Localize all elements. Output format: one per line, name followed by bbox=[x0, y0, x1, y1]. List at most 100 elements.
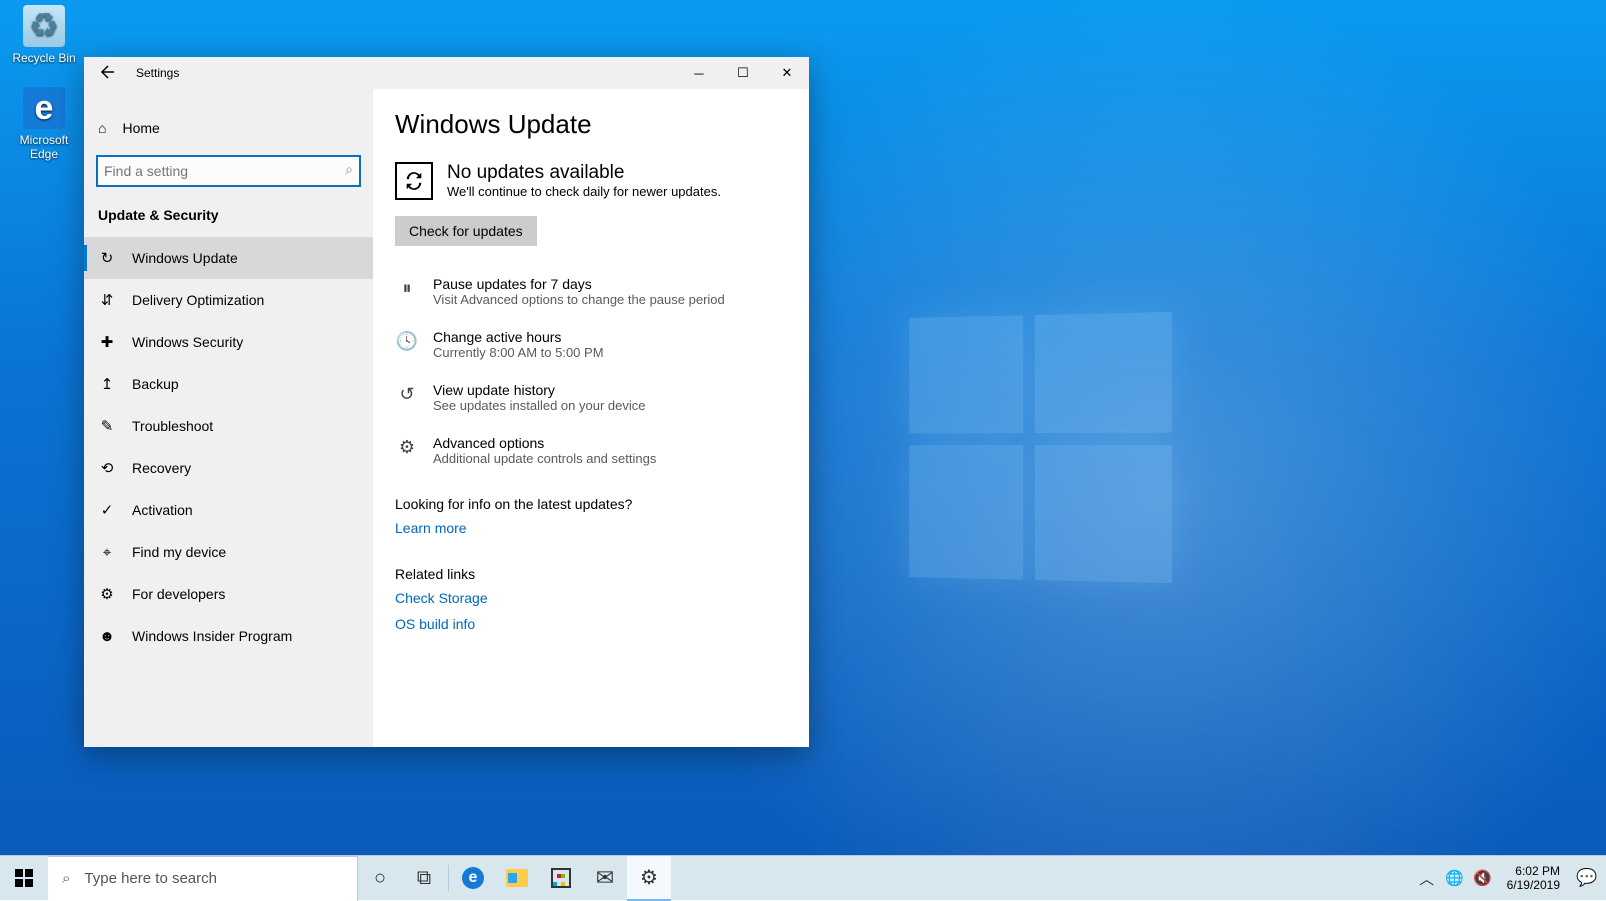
start-button[interactable] bbox=[0, 856, 48, 901]
nav-icon: ⚙ bbox=[98, 585, 116, 603]
back-button[interactable] bbox=[98, 64, 118, 83]
nav-icon: ✚ bbox=[98, 333, 116, 351]
option-title: Change active hours bbox=[433, 329, 604, 345]
sidebar-item-for-developers[interactable]: ⚙ For developers bbox=[84, 573, 373, 615]
nav-icon: ⟲ bbox=[98, 459, 116, 477]
windows-start-icon bbox=[15, 869, 33, 887]
sidebar-item-windows-security[interactable]: ✚Windows Security bbox=[84, 321, 373, 363]
option-icon: 🕓 bbox=[395, 329, 419, 352]
window-title: Settings bbox=[136, 66, 179, 80]
desktop-icon-label: Recycle Bin bbox=[12, 51, 75, 65]
cortana-button[interactable]: ○ bbox=[358, 856, 402, 901]
desktop-icon-label: Microsoft Edge bbox=[20, 133, 69, 161]
check-for-updates-button[interactable]: Check for updates bbox=[395, 216, 537, 246]
sidebar-item-find-my-device[interactable]: ⌖ Find my device bbox=[84, 531, 373, 573]
option-title: Pause updates for 7 days bbox=[433, 276, 725, 292]
back-arrow-icon bbox=[98, 64, 114, 80]
minimize-button[interactable]: ─ bbox=[677, 57, 721, 89]
store-icon bbox=[551, 868, 571, 888]
recycle-bin-icon: ♻ bbox=[23, 5, 65, 47]
sidebar-item-backup[interactable]: ↥ Backup bbox=[84, 363, 373, 405]
taskbar: ⌕ Type here to search ○ ⧉ e ✉ ⚙ ︿ 🌐 🔇 6:… bbox=[0, 855, 1606, 900]
sync-icon bbox=[395, 162, 433, 200]
taskbar-edge[interactable]: e bbox=[451, 856, 495, 901]
nav-icon: ☻ bbox=[98, 628, 116, 645]
status-title: No updates available bbox=[447, 162, 721, 184]
check-storage-link[interactable]: Check Storage bbox=[395, 590, 787, 606]
option-icon: ⏸ bbox=[395, 276, 419, 299]
option-icon: ⚙ bbox=[395, 435, 419, 458]
learn-more-link[interactable]: Learn more bbox=[395, 520, 787, 536]
nav-label: For developers bbox=[132, 586, 225, 602]
update-option-view-update-history[interactable]: ↺View update historySee updates installe… bbox=[395, 382, 787, 413]
sidebar-item-delivery-optimization[interactable]: ⇵Delivery Optimization bbox=[84, 279, 373, 321]
taskbar-clock[interactable]: 6:02 PM 6/19/2019 bbox=[1499, 864, 1568, 893]
taskbar-search[interactable]: ⌕ Type here to search bbox=[48, 856, 358, 901]
nav-label: Activation bbox=[132, 502, 193, 518]
update-status: No updates available We'll continue to c… bbox=[395, 162, 787, 200]
edge-icon: e bbox=[23, 87, 65, 129]
nav-icon: ⇵ bbox=[98, 291, 116, 309]
search-settings-input[interactable] bbox=[96, 155, 361, 187]
nav-icon: ✓ bbox=[98, 501, 116, 519]
taskbar-search-placeholder: Type here to search bbox=[84, 870, 217, 887]
titlebar[interactable]: Settings ─ ☐ ✕ bbox=[84, 57, 809, 89]
home-button[interactable]: ⌂ Home bbox=[84, 107, 373, 149]
related-links-header: Related links bbox=[395, 566, 787, 582]
nav-icon: ↻ bbox=[98, 249, 116, 267]
settings-window: Settings ─ ☐ ✕ ⌂ Home ⌕ Update & Securit… bbox=[84, 57, 809, 747]
folder-icon bbox=[506, 869, 528, 887]
taskbar-settings[interactable]: ⚙ bbox=[627, 856, 671, 901]
taskbar-file-explorer[interactable] bbox=[495, 856, 539, 901]
sidebar-item-windows-update[interactable]: ↻ Windows Update bbox=[84, 237, 373, 279]
windows-logo bbox=[909, 312, 1172, 583]
nav-icon: ⌖ bbox=[98, 544, 116, 561]
task-view-button[interactable]: ⧉ bbox=[402, 856, 446, 901]
home-icon: ⌂ bbox=[98, 120, 106, 136]
taskbar-store[interactable] bbox=[539, 856, 583, 901]
nav-icon: ↥ bbox=[98, 375, 116, 393]
sidebar-item-troubleshoot[interactable]: ✎ Troubleshoot bbox=[84, 405, 373, 447]
option-subtitle: Currently 8:00 AM to 5:00 PM bbox=[433, 345, 604, 360]
divider bbox=[448, 865, 449, 891]
clock-date: 6/19/2019 bbox=[1507, 878, 1560, 892]
home-label: Home bbox=[122, 120, 159, 136]
update-option-pause-updates-for-7-days[interactable]: ⏸ Pause updates for 7 daysVisit Advanced … bbox=[395, 276, 787, 307]
sidebar-item-activation[interactable]: ✓ Activation bbox=[84, 489, 373, 531]
system-tray: ︿ 🌐 🔇 6:02 PM 6/19/2019 💬 bbox=[1415, 856, 1606, 900]
option-subtitle: Additional update controls and settings bbox=[433, 451, 656, 466]
option-icon: ↺ bbox=[395, 382, 419, 405]
desktop-icon-recycle-bin[interactable]: ♻ Recycle Bin bbox=[8, 5, 80, 65]
mail-icon: ✉ bbox=[596, 865, 614, 891]
search-icon: ⌕ bbox=[345, 161, 353, 178]
sidebar-item-recovery[interactable]: ⟲Recovery bbox=[84, 447, 373, 489]
nav-label: Windows Update bbox=[132, 250, 238, 266]
gear-icon: ⚙ bbox=[640, 865, 658, 890]
maximize-button[interactable]: ☐ bbox=[721, 57, 765, 89]
option-subtitle: See updates installed on your device bbox=[433, 398, 645, 413]
nav-label: Backup bbox=[132, 376, 179, 392]
update-option-advanced-options[interactable]: ⚙ Advanced optionsAdditional update contr… bbox=[395, 435, 787, 466]
option-subtitle: Visit Advanced options to change the pau… bbox=[433, 292, 725, 307]
option-title: Advanced options bbox=[433, 435, 656, 451]
sidebar-item-windows-insider-program[interactable]: ☻ Windows Insider Program bbox=[84, 615, 373, 657]
edge-icon: e bbox=[462, 867, 484, 889]
volume-muted-icon[interactable]: 🔇 bbox=[1471, 869, 1495, 887]
status-subtitle: We'll continue to check daily for newer … bbox=[447, 184, 721, 199]
nav-label: Windows Insider Program bbox=[132, 628, 292, 644]
page-title: Windows Update bbox=[395, 109, 787, 140]
settings-sidebar: ⌂ Home ⌕ Update & Security ↻ Windows Upda… bbox=[84, 89, 373, 747]
os-build-info-link[interactable]: OS build info bbox=[395, 616, 787, 632]
nav-icon: ✎ bbox=[98, 417, 116, 435]
taskbar-mail[interactable]: ✉ bbox=[583, 856, 627, 901]
tray-overflow-button[interactable]: ︿ bbox=[1415, 868, 1439, 889]
close-button[interactable]: ✕ bbox=[765, 57, 809, 89]
nav-label: Troubleshoot bbox=[132, 418, 213, 434]
sidebar-section-header: Update & Security bbox=[84, 201, 373, 237]
update-option-change-active-hours[interactable]: 🕓 Change active hoursCurrently 8:00 AM to… bbox=[395, 329, 787, 360]
settings-content: Windows Update No updates available We'l… bbox=[373, 89, 809, 747]
action-center-button[interactable]: 💬 bbox=[1572, 868, 1602, 888]
network-icon[interactable]: 🌐 bbox=[1443, 869, 1467, 887]
nav-label: Find my device bbox=[132, 544, 226, 560]
desktop-icon-microsoft-edge[interactable]: e Microsoft Edge bbox=[8, 87, 80, 161]
